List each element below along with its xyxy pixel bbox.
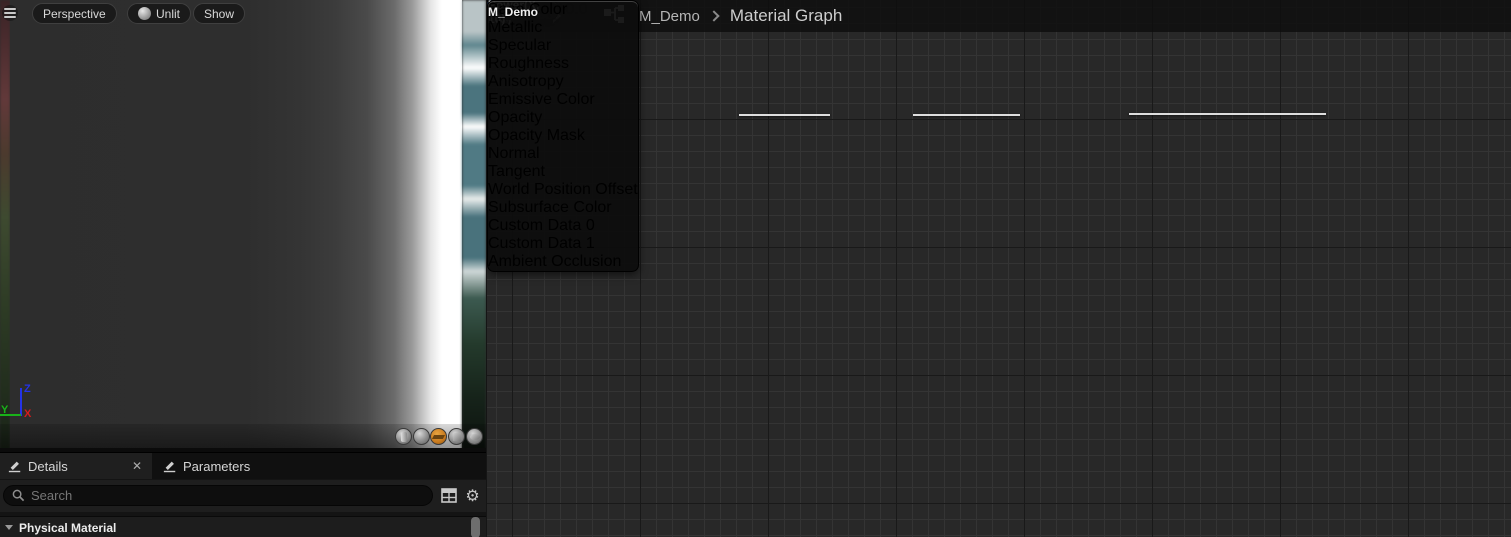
normal-label: Normal	[488, 145, 540, 162]
gizmo-y-label: Y	[1, 404, 8, 416]
breadcrumb-current: Material Graph	[730, 6, 842, 26]
preview-mesh-teapot-button[interactable]	[466, 428, 483, 445]
specular-label: Specular	[488, 37, 551, 54]
material-preview-plane	[10, 0, 462, 452]
wire-texcoord-to-mask[interactable]	[739, 114, 830, 116]
opacity-mask-label: Opacity Mask	[488, 127, 585, 144]
custom-data-1-label: Custom Data 1	[488, 235, 595, 252]
ambient-occlusion-label: Ambient Occlusion	[488, 253, 621, 270]
result-pin-row: World Position Offset	[488, 181, 638, 199]
wire-mask-to-power[interactable]	[913, 114, 1020, 116]
gizmo-z-axis	[20, 388, 22, 416]
unlit-button[interactable]: Unlit	[127, 3, 191, 24]
material-editor: Perspective Unlit Show Z Y X Details	[0, 0, 1511, 537]
result-pin-row: Roughness	[488, 55, 638, 73]
details-panel: Details ✕ Parameters	[0, 452, 486, 537]
world-position-offset-label: World Position Offset	[488, 181, 638, 198]
result-pin-row: Subsurface Color	[488, 199, 638, 217]
environment-photo-left	[0, 0, 10, 452]
perspective-button[interactable]: Perspective	[32, 3, 117, 24]
emissive-color-label: Emissive Color	[488, 91, 595, 108]
result-pin-row: Custom Data 1	[488, 235, 638, 253]
tab-details[interactable]: Details ✕	[0, 453, 152, 479]
cylinder-icon	[401, 432, 407, 442]
search-input[interactable]	[31, 488, 424, 503]
section-label: Physical Material	[19, 521, 116, 535]
close-icon[interactable]: ✕	[130, 459, 144, 473]
result-pin-row: Custom Data 0	[488, 217, 638, 235]
preview-mesh-cube-button[interactable]	[448, 428, 465, 445]
show-label: Show	[204, 7, 234, 21]
details-search-row: ⚙	[0, 480, 486, 512]
details-tab-icon	[8, 459, 22, 473]
custom-data-0-label: Custom Data 0	[488, 217, 595, 234]
section-collapse-icon	[5, 525, 13, 530]
preview-mesh-plane-button[interactable]	[430, 428, 447, 445]
preview-viewport[interactable]: Perspective Unlit Show Z Y X	[0, 0, 486, 452]
environment-photo-right	[462, 0, 486, 452]
perspective-label: Perspective	[43, 7, 106, 21]
parameters-tab-label: Parameters	[183, 459, 250, 474]
section-physical-material[interactable]: Physical Material	[0, 516, 486, 537]
graph-toolbar: M_Demo Material Graph	[487, 0, 1511, 32]
wire-power-to-basecolor[interactable]	[1129, 113, 1326, 115]
preview-mesh-sphere-button[interactable]	[413, 428, 430, 445]
node-result-title: M_Demo	[488, 5, 538, 19]
details-scrollbar[interactable]	[471, 517, 480, 537]
result-pin-row: Opacity Mask	[488, 127, 638, 145]
result-pin-row: Anisotropy	[488, 73, 638, 91]
anisotropy-label: Anisotropy	[488, 73, 564, 90]
teapot-icon	[470, 434, 480, 440]
parameters-tab-icon	[163, 459, 177, 473]
details-tab-label: Details	[28, 459, 68, 474]
table-grid-icon[interactable]	[439, 486, 458, 505]
unlit-label: Unlit	[156, 7, 180, 21]
node-material-result[interactable]: M_Demo Base Color Metallic Specular Rou	[487, 0, 639, 272]
roughness-label: Roughness	[488, 55, 569, 72]
cube-icon	[453, 433, 461, 441]
result-pin-row: Emissive Color	[488, 91, 638, 109]
breadcrumb-root[interactable]: M_Demo	[639, 8, 700, 25]
node-result-header[interactable]: M_Demo	[488, 1, 638, 22]
gizmo-z-label: Z	[24, 383, 31, 395]
gizmo-x-label: X	[24, 408, 31, 420]
result-pin-row: Normal	[488, 145, 638, 163]
tab-parameters[interactable]: Parameters	[155, 453, 295, 479]
unlit-sphere-icon	[138, 7, 151, 20]
tangent-label: Tangent	[488, 163, 545, 180]
breadcrumb-separator-icon	[708, 10, 719, 21]
search-icon	[12, 489, 25, 502]
graph-canvas[interactable]: M_Demo Material Graph TexCoord[0] Coordi…	[487, 0, 1511, 537]
show-button[interactable]: Show	[193, 3, 245, 24]
gear-icon[interactable]: ⚙	[463, 486, 482, 505]
subsurface-color-label: Subsurface Color	[488, 199, 612, 216]
opacity-label: Opacity	[488, 109, 542, 126]
result-pin-row: Opacity	[488, 109, 638, 127]
result-pin-list: Base Color Metallic Specular Roughness A…	[488, 1, 638, 271]
details-tabbar: Details ✕ Parameters	[0, 453, 486, 479]
plane-icon	[432, 435, 445, 439]
result-pin-row: Specular	[488, 37, 638, 55]
result-pin-row: Ambient Occlusion	[488, 253, 638, 271]
preview-mesh-cylinder-button[interactable]	[395, 428, 412, 445]
result-pin-row: Tangent	[488, 163, 638, 181]
search-box[interactable]	[3, 485, 433, 506]
viewport-menu-icon[interactable]	[2, 5, 18, 21]
